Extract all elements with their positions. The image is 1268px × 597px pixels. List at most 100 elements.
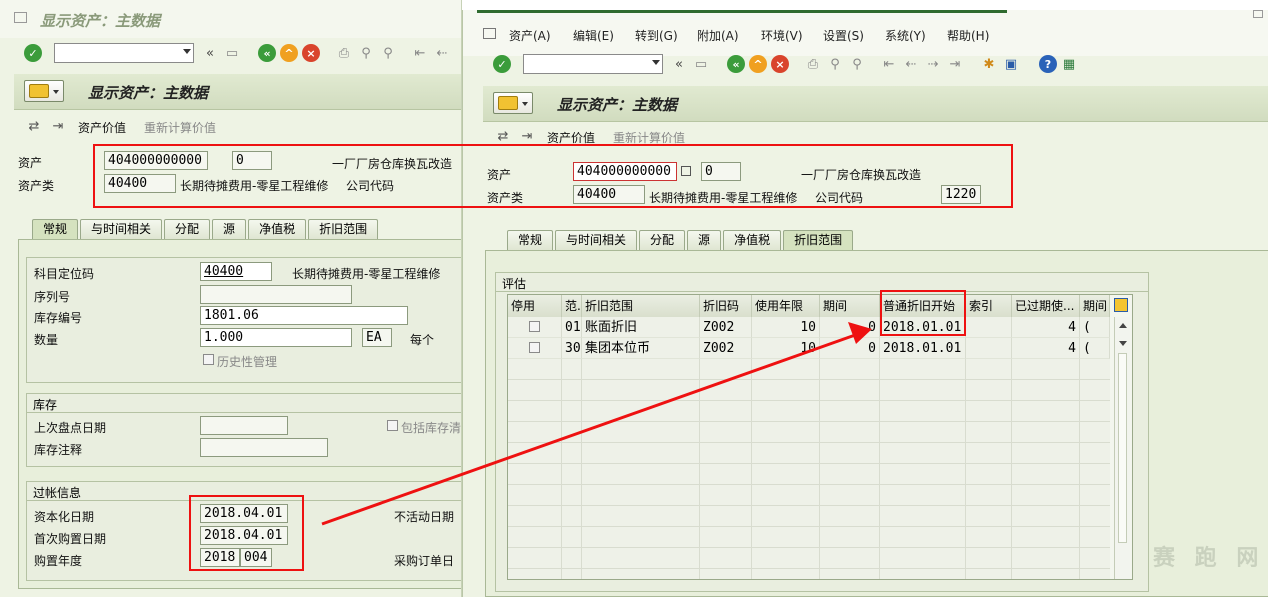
col-period[interactable]: 期间 xyxy=(820,295,880,317)
asset-number-field[interactable]: 404000000000 xyxy=(573,162,677,181)
asset-class-field[interactable]: 40400 xyxy=(104,174,176,193)
tab-depreciation-areas[interactable]: 折旧范围 xyxy=(308,219,379,239)
tab-general[interactable]: 常规 xyxy=(507,230,554,250)
deactivate-checkbox[interactable] xyxy=(529,321,540,332)
find-icon[interactable]: ⚲ xyxy=(827,56,843,72)
capitalization-date-field[interactable]: 2018.04.01 xyxy=(200,504,288,523)
tab-net-worth-tax[interactable]: 净值税 xyxy=(248,219,307,239)
scroll-up-icon[interactable] xyxy=(1119,323,1127,328)
menu-settings[interactable]: 设置(S) xyxy=(823,27,864,44)
window-restore-icon[interactable] xyxy=(1253,10,1263,18)
exit-icon[interactable] xyxy=(14,12,27,23)
last-count-date-field[interactable] xyxy=(200,416,288,435)
menu-system[interactable]: 系统(Y) xyxy=(885,27,926,44)
display-change-icon[interactable]: ⇄ xyxy=(26,118,42,134)
asset-class-field[interactable]: 40400 xyxy=(573,185,645,204)
enter-icon[interactable]: ✓ xyxy=(493,55,511,73)
prev-page-icon[interactable]: ⇠ xyxy=(434,45,450,61)
print-icon[interactable]: ⎙ xyxy=(805,56,821,72)
menu-help[interactable]: 帮助(H) xyxy=(947,27,989,44)
tab-allocation[interactable]: 分配 xyxy=(639,230,686,250)
col-useful-life[interactable]: 使用年限 xyxy=(752,295,820,317)
tab-depreciation-areas[interactable]: 折旧范围 xyxy=(783,230,854,250)
unit-field[interactable]: EA xyxy=(362,328,392,347)
tab-general[interactable]: 常规 xyxy=(32,219,79,239)
tab-net-worth-tax[interactable]: 净值税 xyxy=(723,230,782,250)
find-next-icon[interactable]: ⚲ xyxy=(380,45,396,61)
menu-asset[interactable]: 资产(A) xyxy=(509,27,551,44)
asset-value-button[interactable]: 资产价值 xyxy=(78,119,126,136)
tab-origin[interactable]: 源 xyxy=(687,230,722,250)
exit-icon[interactable] xyxy=(483,28,496,39)
col-depreciation-key[interactable]: 折旧码 xyxy=(700,295,752,317)
shortcut-icon[interactable]: ▣ xyxy=(1003,56,1019,72)
chevron-down-icon[interactable] xyxy=(183,49,191,54)
help-icon[interactable]: ? xyxy=(1039,55,1057,73)
tab-allocation[interactable]: 分配 xyxy=(164,219,211,239)
menu-extras[interactable]: 附加(A) xyxy=(697,27,739,44)
tab-time-dependent[interactable]: 与时间相关 xyxy=(80,219,163,239)
cancel-icon[interactable]: × xyxy=(302,44,320,62)
scroll-down-icon[interactable] xyxy=(1119,341,1127,346)
company-code-field[interactable]: 1220 xyxy=(941,185,981,204)
create-session-icon[interactable]: ✱ xyxy=(981,56,997,72)
recalc-value-button[interactable]: 重新计算价值 xyxy=(144,119,216,136)
inventory-number-field[interactable]: 1801.06 xyxy=(200,306,408,325)
first-page-icon[interactable]: ⇤ xyxy=(412,45,428,61)
deactivate-checkbox[interactable] xyxy=(529,342,540,353)
first-acquisition-date-field[interactable]: 2018.04.01 xyxy=(200,526,288,545)
copy-icon[interactable] xyxy=(681,166,691,176)
col-depreciation-area[interactable]: 折旧范围 xyxy=(582,295,700,317)
col-area[interactable]: 范. xyxy=(562,295,582,317)
header-menu-button[interactable] xyxy=(24,80,64,102)
serial-number-field[interactable] xyxy=(200,285,352,304)
collapse-icon[interactable]: « xyxy=(202,45,218,61)
command-field[interactable] xyxy=(54,43,194,63)
history-checkbox[interactable] xyxy=(203,354,214,365)
include-inventory-checkbox[interactable] xyxy=(387,420,398,431)
header-menu-button[interactable] xyxy=(493,92,533,114)
exit-up-icon[interactable]: ^ xyxy=(280,44,298,62)
tab-origin[interactable]: 源 xyxy=(212,219,247,239)
menu-environment[interactable]: 环境(V) xyxy=(761,27,803,44)
cancel-icon[interactable]: × xyxy=(771,55,789,73)
acquisition-period-field[interactable]: 004 xyxy=(240,548,272,567)
column-settings-icon[interactable] xyxy=(1114,298,1128,312)
asset-number-field[interactable]: 404000000000 xyxy=(104,151,208,170)
acquisition-year-field[interactable]: 2018 xyxy=(200,548,240,567)
save-icon[interactable]: ▭ xyxy=(224,45,240,61)
asset-subnumber-field[interactable]: 0 xyxy=(701,162,741,181)
save-icon[interactable]: ▭ xyxy=(693,56,709,72)
col-index[interactable]: 索引 xyxy=(966,295,1012,317)
quantity-field[interactable]: 1.000 xyxy=(200,328,352,347)
command-field[interactable] xyxy=(523,54,663,74)
exit-up-icon[interactable]: ^ xyxy=(749,55,767,73)
other-object-icon[interactable]: ⇥ xyxy=(50,118,66,134)
asset-value-button[interactable]: 资产价值 xyxy=(547,129,595,146)
last-page-icon[interactable]: ⇥ xyxy=(947,56,963,72)
first-page-icon[interactable]: ⇤ xyxy=(881,56,897,72)
table-vertical-scrollbar[interactable] xyxy=(1114,317,1130,579)
chevron-down-icon[interactable] xyxy=(652,60,660,65)
col-ordinary-dep-start[interactable]: 普通折旧开始 xyxy=(880,295,966,317)
find-icon[interactable]: ⚲ xyxy=(358,45,374,61)
gl-determination-field[interactable]: 40400 xyxy=(200,262,272,281)
next-page-icon[interactable]: ⇢ xyxy=(925,56,941,72)
find-next-icon[interactable]: ⚲ xyxy=(849,56,865,72)
asset-subnumber-field[interactable]: 0 xyxy=(232,151,272,170)
inventory-note-field[interactable] xyxy=(200,438,328,457)
other-object-icon[interactable]: ⇥ xyxy=(519,128,535,144)
prev-page-icon[interactable]: ⇠ xyxy=(903,56,919,72)
enter-icon[interactable]: ✓ xyxy=(24,44,42,62)
menu-goto[interactable]: 转到(G) xyxy=(635,27,678,44)
tab-time-dependent[interactable]: 与时间相关 xyxy=(555,230,638,250)
layout-menu-icon[interactable]: ▦ xyxy=(1061,56,1077,72)
scroll-thumb[interactable] xyxy=(1118,353,1127,543)
back-icon[interactable]: « xyxy=(258,44,276,62)
collapse-icon[interactable]: « xyxy=(671,56,687,72)
recalc-value-button[interactable]: 重新计算价值 xyxy=(613,129,685,146)
menu-edit[interactable]: 编辑(E) xyxy=(573,27,614,44)
print-icon[interactable]: ⎙ xyxy=(336,45,352,61)
col-expired-life[interactable]: 已过期使... xyxy=(1012,295,1080,317)
back-icon[interactable]: « xyxy=(727,55,745,73)
